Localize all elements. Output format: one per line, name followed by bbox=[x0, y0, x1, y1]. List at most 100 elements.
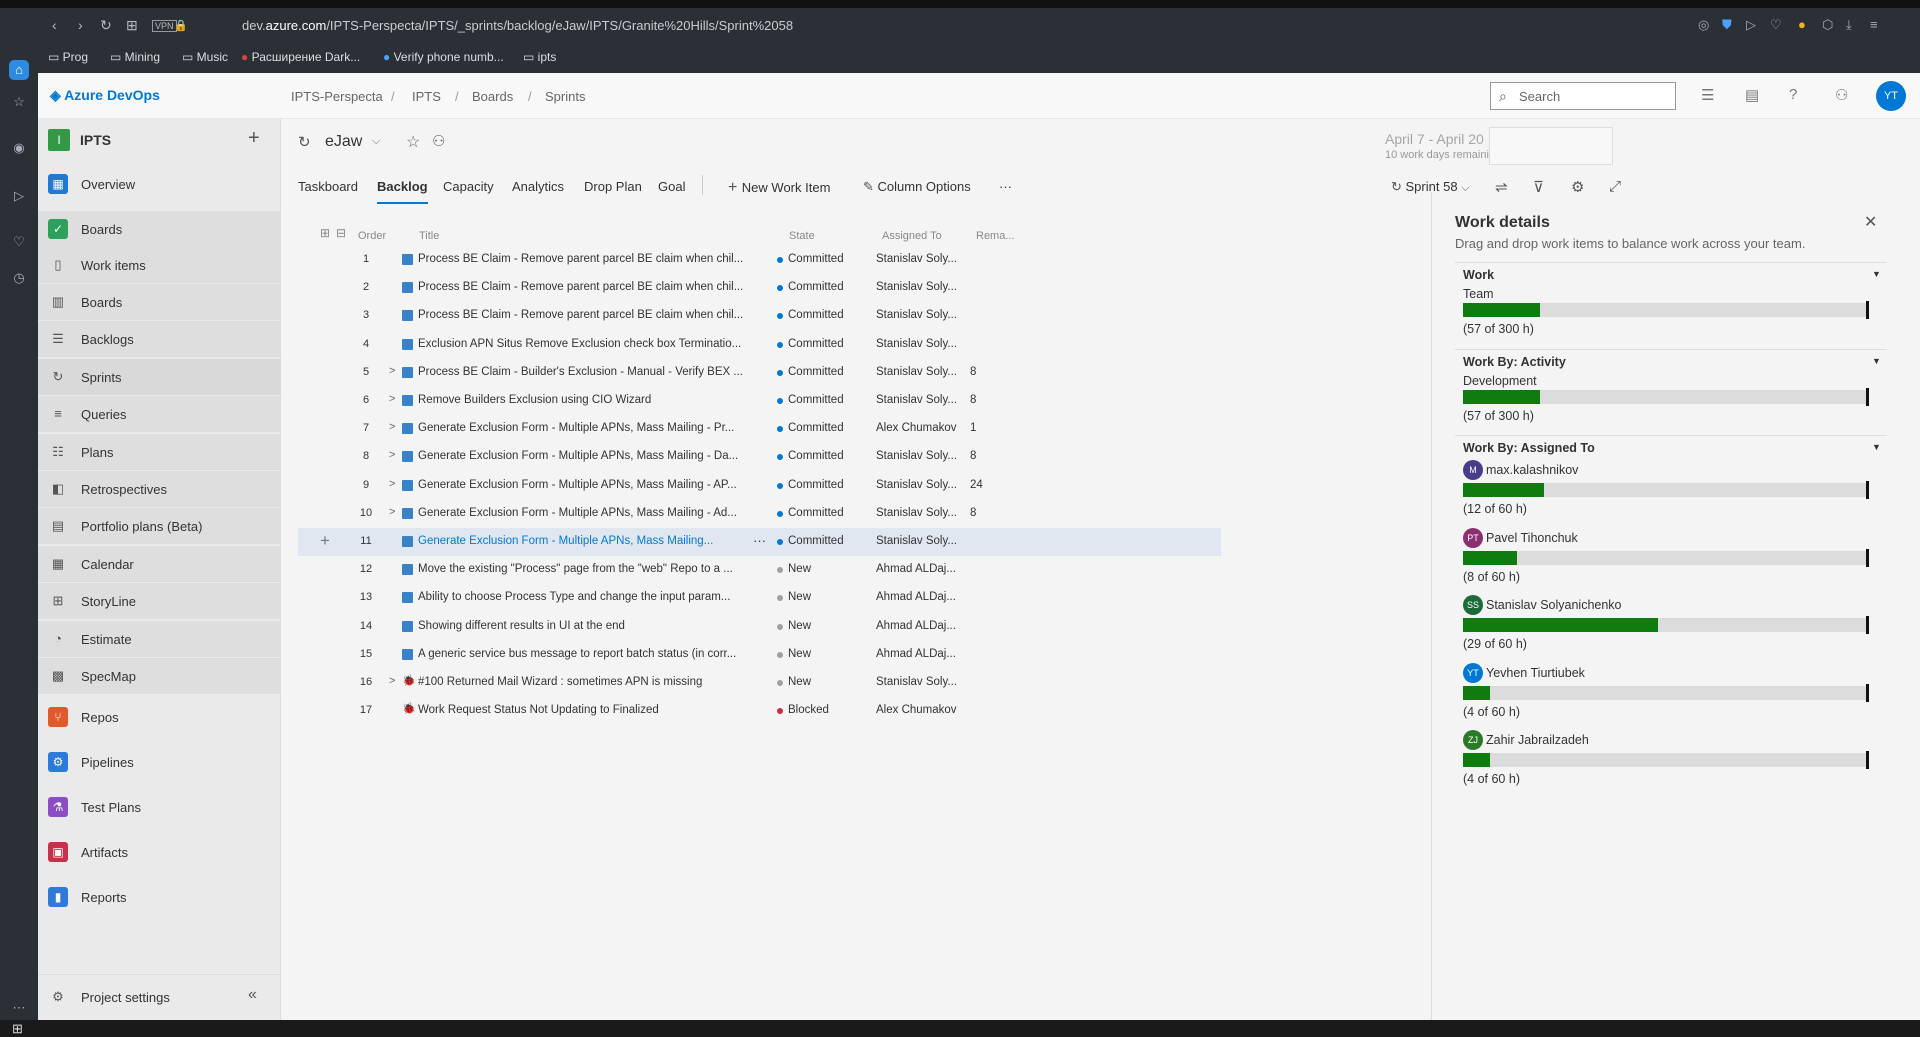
bookmark-verify[interactable]: ● Verify phone numb... bbox=[383, 50, 504, 64]
sidebar-item-retrospectives[interactable]: ◧ Retrospectives bbox=[38, 471, 281, 507]
table-row[interactable]: 5 > Process BE Claim - Builder's Exclusion… bbox=[298, 359, 1221, 387]
expand-row-icon[interactable]: > bbox=[389, 449, 395, 461]
send-icon[interactable]: ▷ bbox=[1746, 17, 1756, 33]
row-title[interactable]: Process BE Claim - Builder's Exclusion -… bbox=[418, 366, 760, 378]
sidebar-item-boards[interactable]: ✓ Boards bbox=[38, 211, 281, 247]
add-child-icon[interactable]: + bbox=[320, 531, 330, 551]
home-icon[interactable]: ⌂ bbox=[9, 60, 29, 80]
sidebar-item-specmap[interactable]: ▩ SpecMap bbox=[38, 658, 281, 694]
table-row[interactable]: 10 > Generate Exclusion Form - Multiple AP… bbox=[298, 500, 1221, 528]
tab-goal[interactable]: Goal bbox=[658, 179, 685, 194]
row-title[interactable]: Showing different results in UI at the e… bbox=[418, 620, 760, 632]
tabs-grid-icon[interactable]: ⊞ bbox=[126, 17, 138, 34]
row-title[interactable]: Process BE Claim - Remove parent parcel … bbox=[418, 253, 760, 265]
row-title[interactable]: Generate Exclusion Form - Multiple APNs,… bbox=[418, 479, 760, 491]
star-icon[interactable]: ☆ bbox=[9, 92, 29, 112]
sidebar-item-repos[interactable]: ⑂ Repos bbox=[38, 699, 281, 735]
expand-row-icon[interactable]: > bbox=[389, 393, 395, 405]
table-row[interactable]: 3 Process BE Claim - Remove parent parcel… bbox=[298, 302, 1221, 330]
expand-row-icon[interactable]: > bbox=[389, 365, 395, 377]
expand-row-icon[interactable]: > bbox=[389, 675, 395, 687]
camera-icon[interactable]: ◎ bbox=[1698, 17, 1709, 33]
row-title[interactable]: Work Request Status Not Updating to Fina… bbox=[418, 704, 760, 716]
sidebar-item-estimate[interactable]: ◔ Estimate bbox=[38, 621, 281, 657]
team-members-icon[interactable]: ⚇ bbox=[432, 132, 445, 150]
bookmark-dark[interactable]: ● Расширение Dark... bbox=[241, 50, 360, 64]
table-row[interactable]: 15 A generic service bus message to repor… bbox=[298, 641, 1221, 669]
sidebar-item-storyline[interactable]: ⊞ StoryLine bbox=[38, 583, 281, 619]
new-work-item-button[interactable]: + New Work Item bbox=[728, 179, 830, 197]
azure-devops-logo[interactable]: ◈ Azure DevOps bbox=[50, 87, 160, 104]
column-header-remaining[interactable]: Rema... bbox=[976, 230, 1015, 242]
more-actions-button[interactable]: ··· bbox=[999, 179, 1012, 194]
table-row[interactable]: 4 Exclusion APN Situs Remove Exclusion ch… bbox=[298, 331, 1221, 359]
table-row[interactable]: 1 Process BE Claim - Remove parent parcel… bbox=[298, 246, 1221, 274]
expand-row-icon[interactable]: > bbox=[389, 506, 395, 518]
forward-icon[interactable]: › bbox=[78, 17, 83, 33]
reload-icon[interactable]: ↻ bbox=[100, 17, 112, 34]
table-row[interactable]: 17 🐞 Work Request Status Not Updating to F… bbox=[298, 697, 1221, 725]
table-row[interactable]: +11 Generate Exclusion Form - Multiple AP… bbox=[298, 528, 1221, 556]
table-row[interactable]: 7 > Generate Exclusion Form - Multiple APN… bbox=[298, 415, 1221, 443]
table-row[interactable]: 9 > Generate Exclusion Form - Multiple APN… bbox=[298, 472, 1221, 500]
heart-icon[interactable]: ♡ bbox=[1770, 17, 1782, 33]
row-title[interactable]: Ability to choose Process Type and chang… bbox=[418, 591, 760, 603]
sidebar-item-calendar[interactable]: ▦ Calendar bbox=[38, 546, 281, 582]
column-header-title[interactable]: Title bbox=[419, 230, 439, 242]
project-settings-button[interactable]: ⚙ Project settings bbox=[38, 979, 281, 1015]
bookmark-mining[interactable]: ▭ Mining bbox=[110, 50, 160, 64]
row-title[interactable]: Generate Exclusion Form - Multiple APNs,… bbox=[418, 450, 760, 462]
tab-analytics[interactable]: Analytics bbox=[512, 179, 564, 194]
collapse-all-icon[interactable]: ⊟ bbox=[336, 226, 346, 240]
row-title[interactable]: #100 Returned Mail Wizard : sometimes AP… bbox=[418, 676, 760, 688]
row-title[interactable]: Move the existing "Process" page from th… bbox=[418, 563, 760, 575]
user-settings-icon[interactable]: ⚇ bbox=[1835, 86, 1848, 104]
expand-row-icon[interactable]: > bbox=[389, 421, 395, 433]
sidebar-item-pipelines[interactable]: ⚙ Pipelines bbox=[38, 744, 281, 780]
row-title[interactable]: A generic service bus message to report … bbox=[418, 648, 760, 660]
shield-icon[interactable]: ⛊ bbox=[1722, 17, 1732, 33]
heart-icon[interactable]: ♡ bbox=[9, 232, 29, 252]
caret-down-icon[interactable]: ▼ bbox=[1872, 356, 1881, 366]
table-row[interactable]: 2 Process BE Claim - Remove parent parcel… bbox=[298, 274, 1221, 302]
caret-down-icon[interactable]: ▼ bbox=[1872, 269, 1881, 279]
row-title[interactable]: Generate Exclusion Form - Multiple APNs,… bbox=[418, 535, 728, 547]
back-icon[interactable]: ‹ bbox=[52, 17, 57, 33]
marketplace-icon[interactable]: ▤ bbox=[1745, 86, 1759, 104]
sidebar-item-work-items[interactable]: ▯ Work items bbox=[38, 247, 281, 283]
table-row[interactable]: 16 > 🐞 #100 Returned Mail Wizard : sometime… bbox=[298, 669, 1221, 697]
row-title[interactable]: Generate Exclusion Form - Multiple APNs,… bbox=[418, 507, 760, 519]
row-title[interactable]: Process BE Claim - Remove parent parcel … bbox=[418, 281, 760, 293]
sidebar-item-plans[interactable]: ☷ Plans bbox=[38, 434, 281, 470]
caret-down-icon[interactable]: ▼ bbox=[1872, 442, 1881, 452]
breadcrumb-boards[interactable]: Boards bbox=[472, 89, 513, 104]
row-title[interactable]: Process BE Claim - Remove parent parcel … bbox=[418, 309, 760, 321]
avatar[interactable]: YT bbox=[1876, 81, 1906, 111]
close-icon[interactable]: ✕ bbox=[1864, 212, 1877, 232]
sidebar-item-queries[interactable]: ≡ Queries bbox=[38, 396, 281, 432]
vpn-badge[interactable]: VPN bbox=[152, 20, 177, 32]
tab-capacity[interactable]: Capacity bbox=[443, 179, 494, 194]
menu-icon[interactable]: ≡ bbox=[1870, 17, 1878, 32]
plus-icon[interactable]: + bbox=[248, 127, 260, 150]
sidebar-item-reports[interactable]: ▮ Reports bbox=[38, 879, 281, 915]
column-options-button[interactable]: ✎ Column Options bbox=[863, 179, 971, 195]
sidebar-item-test-plans[interactable]: ⚗ Test Plans bbox=[38, 789, 281, 825]
table-row[interactable]: 13 Ability to choose Process Type and cha… bbox=[298, 584, 1221, 612]
sidebar-item-backlogs[interactable]: ☰ Backlogs bbox=[38, 321, 281, 357]
table-row[interactable]: 8 > Generate Exclusion Form - Multiple APN… bbox=[298, 443, 1221, 471]
download-icon[interactable]: ⤓ bbox=[1846, 17, 1852, 33]
row-title[interactable]: Exclusion APN Situs Remove Exclusion che… bbox=[418, 338, 760, 350]
column-header-order[interactable]: Order bbox=[358, 230, 386, 242]
sidebar-item-artifacts[interactable]: ▣ Artifacts bbox=[38, 834, 281, 870]
tab-backlog[interactable]: Backlog bbox=[377, 179, 428, 204]
tab-drop-plan[interactable]: Drop Plan bbox=[584, 179, 642, 194]
favorite-star-icon[interactable]: ☆ bbox=[406, 132, 420, 152]
breadcrumb-sprints[interactable]: Sprints bbox=[545, 89, 585, 104]
url-field[interactable]: dev.azure.com/IPTS-Perspecta/IPTS/_sprin… bbox=[242, 18, 793, 33]
messenger-icon[interactable]: ◉ bbox=[9, 138, 29, 158]
row-title[interactable]: Generate Exclusion Form - Multiple APNs,… bbox=[418, 422, 760, 434]
column-header-state[interactable]: State bbox=[789, 230, 815, 242]
breadcrumb-project[interactable]: IPTS bbox=[412, 89, 441, 104]
breadcrumb-org[interactable]: IPTS-Perspecta bbox=[291, 89, 383, 104]
